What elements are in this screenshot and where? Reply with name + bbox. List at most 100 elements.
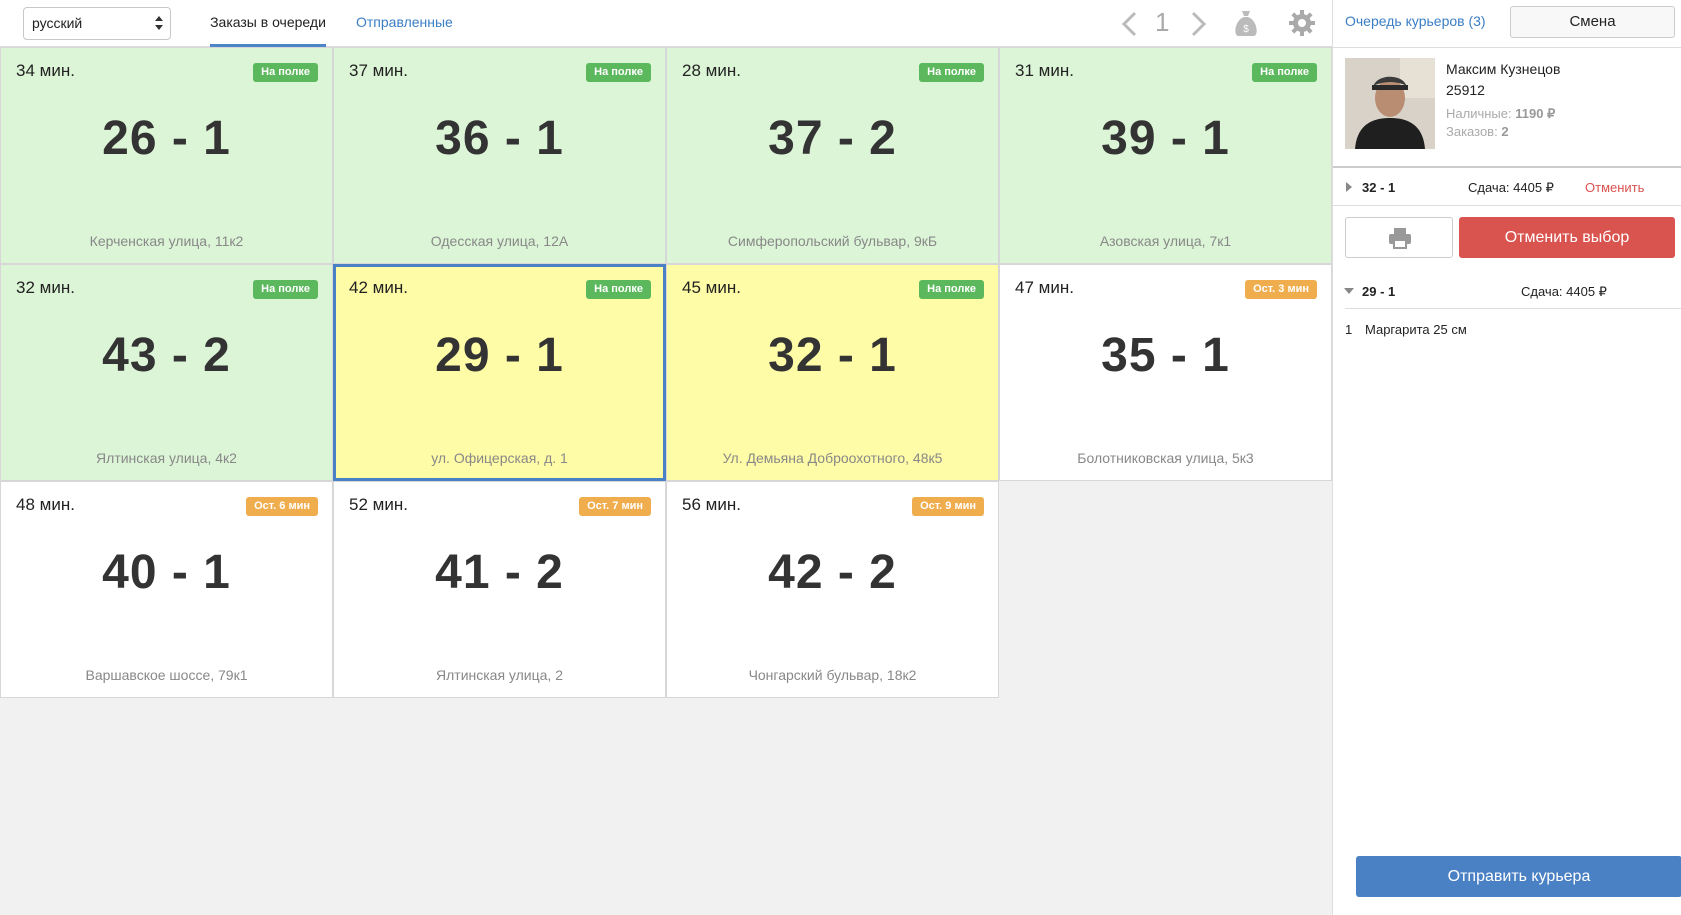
assigned-order-change: Сдача: 4405 ₽ <box>1468 180 1554 195</box>
status-badge: Ост. 9 мин <box>912 497 984 516</box>
divider <box>1333 166 1681 168</box>
order-number: 37 - 2 <box>768 112 897 165</box>
item-quantity: 1 <box>1345 322 1353 337</box>
order-wait-time: 42 мин. <box>349 278 408 297</box>
order-address: Симферопольский бульвар, 9кБ <box>727 233 938 249</box>
order-address: Ялтинская улица, 2 <box>436 667 563 683</box>
order-card[interactable]: 47 мин. Ост. 3 мин 35 - 1 Болотниковская… <box>999 264 1332 481</box>
order-wait-time: 37 мин. <box>349 61 408 80</box>
courier-name: Максим Кузнецов <box>1446 61 1561 77</box>
divider <box>1345 308 1681 309</box>
orders-value: 2 <box>1501 124 1509 139</box>
order-address: Одесская улица, 12А <box>430 233 569 249</box>
selected-order-change: Сдача: 4405 ₽ <box>1521 284 1607 299</box>
order-address: Чонгарский бульвар, 18к2 <box>748 667 917 683</box>
order-address: Ул. Демьяна Доброохотного, 48к5 <box>722 450 943 466</box>
svg-text:$: $ <box>1243 24 1249 35</box>
orders-label: Заказов: <box>1446 124 1498 139</box>
cancel-order-link[interactable]: Отменить <box>1585 180 1644 195</box>
order-address: Керченская улица, 11к2 <box>89 233 244 249</box>
courier-avatar <box>1345 58 1435 149</box>
order-card[interactable]: 52 мин. Ост. 7 мин 41 - 2 Ялтинская улиц… <box>333 481 666 698</box>
order-number: 35 - 1 <box>1101 329 1230 382</box>
order-card[interactable]: 28 мин. На полке 37 - 2 Симферопольский … <box>666 47 999 264</box>
tab-queued-orders[interactable]: Заказы в очереди <box>210 0 326 47</box>
order-card[interactable]: 56 мин. Ост. 9 мин 42 - 2 Чонгарский бул… <box>666 481 999 698</box>
order-address: Варшавское шоссе, 79к1 <box>85 667 248 683</box>
status-badge: На полке <box>919 63 984 82</box>
top-bar: русский Заказы в очереди Отправленные 1 … <box>0 0 1332 47</box>
cash-value: 1190 ₽ <box>1515 106 1556 121</box>
status-badge: Ост. 3 мин <box>1245 280 1317 299</box>
status-badge: Ост. 7 мин <box>579 497 651 516</box>
language-select[interactable]: русский <box>23 7 171 40</box>
chevron-right-icon[interactable] <box>1185 10 1211 38</box>
courier-cash: Наличные: 1190 ₽ <box>1446 106 1555 122</box>
courier-orders-count: Заказов: 2 <box>1446 124 1509 139</box>
order-number: 40 - 1 <box>102 546 231 599</box>
order-card[interactable]: 34 мин. На полке 26 - 1 Керченская улица… <box>0 47 333 264</box>
tab-sent-orders[interactable]: Отправленные <box>356 0 453 47</box>
status-badge: На полке <box>1252 63 1317 82</box>
order-card[interactable]: 45 мин. На полке 32 - 1 Ул. Демьяна Добр… <box>666 264 999 481</box>
courier-photo-icon <box>1345 58 1435 149</box>
order-address: Ялтинская улица, 4к2 <box>96 450 237 466</box>
cash-label: Наличные: <box>1446 106 1512 121</box>
money-bag-icon[interactable]: $ <box>1232 8 1260 38</box>
status-badge: На полке <box>586 280 651 299</box>
order-number: 36 - 1 <box>435 112 564 165</box>
status-badge: На полке <box>919 280 984 299</box>
language-select-value: русский <box>32 15 83 31</box>
courier-queue-link[interactable]: Очередь курьеров (3) <box>1345 13 1486 29</box>
order-wait-time: 32 мин. <box>16 278 75 297</box>
divider <box>1333 205 1681 206</box>
order-address: Азовская улица, 7к1 <box>1099 233 1232 249</box>
order-wait-time: 34 мин. <box>16 61 75 80</box>
order-number: 32 - 1 <box>768 329 897 382</box>
printer-icon <box>1389 228 1411 249</box>
order-number: 39 - 1 <box>1101 112 1230 165</box>
order-card[interactable]: 32 мин. На полке 43 - 2 Ялтинская улица,… <box>0 264 333 481</box>
shift-button[interactable]: Смена <box>1510 6 1675 38</box>
send-courier-button[interactable]: Отправить курьера <box>1356 856 1681 897</box>
item-name: Маргарита 25 см <box>1365 322 1467 337</box>
divider <box>1333 47 1681 48</box>
order-number: 29 - 1 <box>435 329 564 382</box>
gear-icon[interactable] <box>1288 9 1316 37</box>
status-badge: На полке <box>253 280 318 299</box>
order-address: Болотниковская улица, 5к3 <box>1077 450 1254 466</box>
expand-icon[interactable] <box>1346 182 1352 192</box>
chevron-left-icon[interactable] <box>1117 10 1143 38</box>
order-card[interactable]: 37 мин. На полке 36 - 1 Одесская улица, … <box>333 47 666 264</box>
order-card[interactable]: 48 мин. Ост. 6 мин 40 - 1 Варшавское шос… <box>0 481 333 698</box>
order-wait-time: 48 мин. <box>16 495 75 514</box>
order-card-selected[interactable]: 42 мин. На полке 29 - 1 ул. Офицерская, … <box>333 264 666 481</box>
order-number: 41 - 2 <box>435 546 564 599</box>
order-item: 1 Маргарита 25 см <box>1345 322 1467 337</box>
assigned-order-id: 32 - 1 <box>1362 180 1396 195</box>
status-badge: На полке <box>253 63 318 82</box>
status-badge: На полке <box>586 63 651 82</box>
order-number: 43 - 2 <box>102 329 231 382</box>
order-wait-time: 56 мин. <box>682 495 741 514</box>
order-address: ул. Офицерская, д. 1 <box>431 450 568 466</box>
select-arrows-icon <box>155 16 163 30</box>
order-number: 26 - 1 <box>102 112 231 165</box>
collapse-icon[interactable] <box>1344 288 1354 294</box>
order-wait-time: 31 мин. <box>1015 61 1074 80</box>
order-wait-time: 28 мин. <box>682 61 741 80</box>
page-number: 1 <box>1155 7 1170 37</box>
print-button[interactable] <box>1345 217 1453 258</box>
status-badge: Ост. 6 мин <box>246 497 318 516</box>
selected-order-row[interactable]: 29 - 1 Сдача: 4405 ₽ <box>1333 281 1681 305</box>
selected-order-id: 29 - 1 <box>1362 284 1396 299</box>
order-number: 42 - 2 <box>768 546 897 599</box>
order-wait-time: 52 мин. <box>349 495 408 514</box>
order-card[interactable]: 31 мин. На полке 39 - 1 Азовская улица, … <box>999 47 1332 264</box>
order-wait-time: 47 мин. <box>1015 278 1074 297</box>
assigned-order-row[interactable]: 32 - 1 Сдача: 4405 ₽ Отменить <box>1333 177 1681 201</box>
cancel-selection-button[interactable]: Отменить выбор <box>1459 217 1675 258</box>
courier-id: 25912 <box>1446 82 1485 98</box>
courier-panel: Очередь курьеров (3) Смена Максим Кузнец… <box>1332 0 1681 915</box>
order-wait-time: 45 мин. <box>682 278 741 297</box>
